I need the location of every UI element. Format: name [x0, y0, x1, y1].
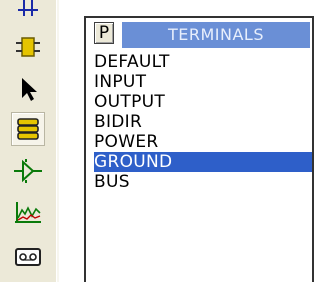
object-selector-header: P TERMINALS [86, 18, 312, 48]
junction-icon [18, 0, 38, 16]
pick-devices-button[interactable]: P [94, 22, 114, 44]
mode-toolbar [0, 0, 56, 282]
terminal-list-item-default[interactable]: DEFAULT [94, 52, 312, 72]
terminal-list-item-power[interactable]: POWER [94, 132, 312, 152]
terminal-list-item-bidir[interactable]: BIDIR [94, 112, 312, 132]
terminal-list-item-input[interactable]: INPUT [94, 72, 312, 92]
terminal-list-item-bus[interactable]: BUS [94, 172, 312, 192]
device-pin-icon [14, 159, 42, 183]
terminal-list-item-ground[interactable]: GROUND [94, 152, 312, 172]
object-selector-title: TERMINALS [122, 22, 310, 48]
toolbar-tool-junction[interactable] [11, 0, 45, 20]
selection-arrow-icon [22, 78, 37, 101]
schematic-editor-window: P TERMINALS DEFAULT INPUT OUTPUT BIDIR POWER… [0, 0, 326, 282]
object-selector-panel: P TERMINALS DEFAULT INPUT OUTPUT BIDIR POWER… [84, 16, 314, 282]
toolbar-tool-component[interactable] [11, 30, 45, 64]
component-icon [16, 37, 40, 57]
toolbar-separator-highlight [59, 0, 61, 282]
toolbar-tool-tape[interactable] [11, 240, 45, 274]
toolbar-tool-graph[interactable] [11, 196, 45, 230]
toolbar-tool-select[interactable] [11, 72, 45, 106]
graph-icon [15, 202, 41, 223]
terminals-list: DEFAULT INPUT OUTPUT BIDIR POWER GROUND BUS [94, 52, 312, 192]
tape-icon [15, 248, 41, 266]
terminals-icon [17, 118, 39, 140]
terminal-list-item-output[interactable]: OUTPUT [94, 92, 312, 112]
toolbar-tool-terminals[interactable] [11, 112, 45, 146]
toolbar-tool-device-pin[interactable] [11, 154, 45, 188]
